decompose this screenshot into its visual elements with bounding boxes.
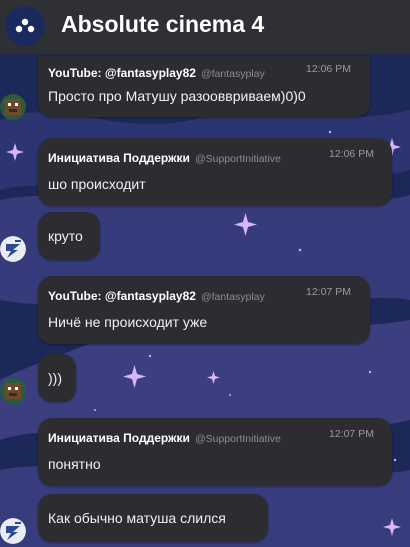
message-text: Ничё не происходит уже [48,314,208,330]
chat-title[interactable]: Absolute cinema 4 [61,11,264,38]
avatar-support-initiative[interactable] [0,518,26,544]
avatar-fantasyplay[interactable] [0,94,26,120]
message-handle: @SupportInitiative [194,153,281,165]
message-handle: @fantasyplay [200,68,265,80]
message-time: 12:07 PM [306,286,351,298]
chat-header: Absolute cinema 4 [0,0,410,54]
group-chat-icon[interactable] [5,6,45,46]
message-time: 12:06 PM [329,148,374,160]
message-bubble[interactable]: Инициатива Поддержки @SupportInitiative 1… [38,138,392,206]
message-handle: @fantasyplay [200,291,265,303]
message-sender[interactable]: YouTube: @fantasyplay82 [48,66,196,80]
message-time: 12:06 PM [306,63,351,75]
message-text: ))) [48,370,62,386]
message-text: понятно [48,456,101,472]
message-text: круто [48,228,83,244]
message-bubble[interactable]: YouTube: @fantasyplay82 @fantasyplay 12:0… [38,276,370,344]
message-handle: @SupportInitiative [194,433,281,445]
message-bubble[interactable]: ))) [38,354,76,402]
message-text: Как обычно матуша слился [48,510,226,526]
message-bubble[interactable]: Как обычно матуша слился [38,494,268,542]
message-time: 12:07 PM [329,428,374,440]
avatar-fantasyplay[interactable] [0,378,26,404]
avatar-support-initiative[interactable] [0,236,26,262]
message-bubble[interactable]: круто [38,212,100,260]
message-bubble[interactable]: Инициатива Поддержки @SupportInitiative 1… [38,418,392,486]
message-text: шо происходит [48,176,146,192]
message-text: Просто про Матушу разооввриваем)0)0 [48,88,306,104]
message-sender[interactable]: YouTube: @fantasyplay82 [48,289,196,303]
message-bubble[interactable]: YouTube: @fantasyplay82 @fantasyplay 12:0… [38,56,370,117]
message-sender[interactable]: Инициатива Поддержки [48,431,190,445]
message-sender[interactable]: Инициатива Поддержки [48,151,190,165]
